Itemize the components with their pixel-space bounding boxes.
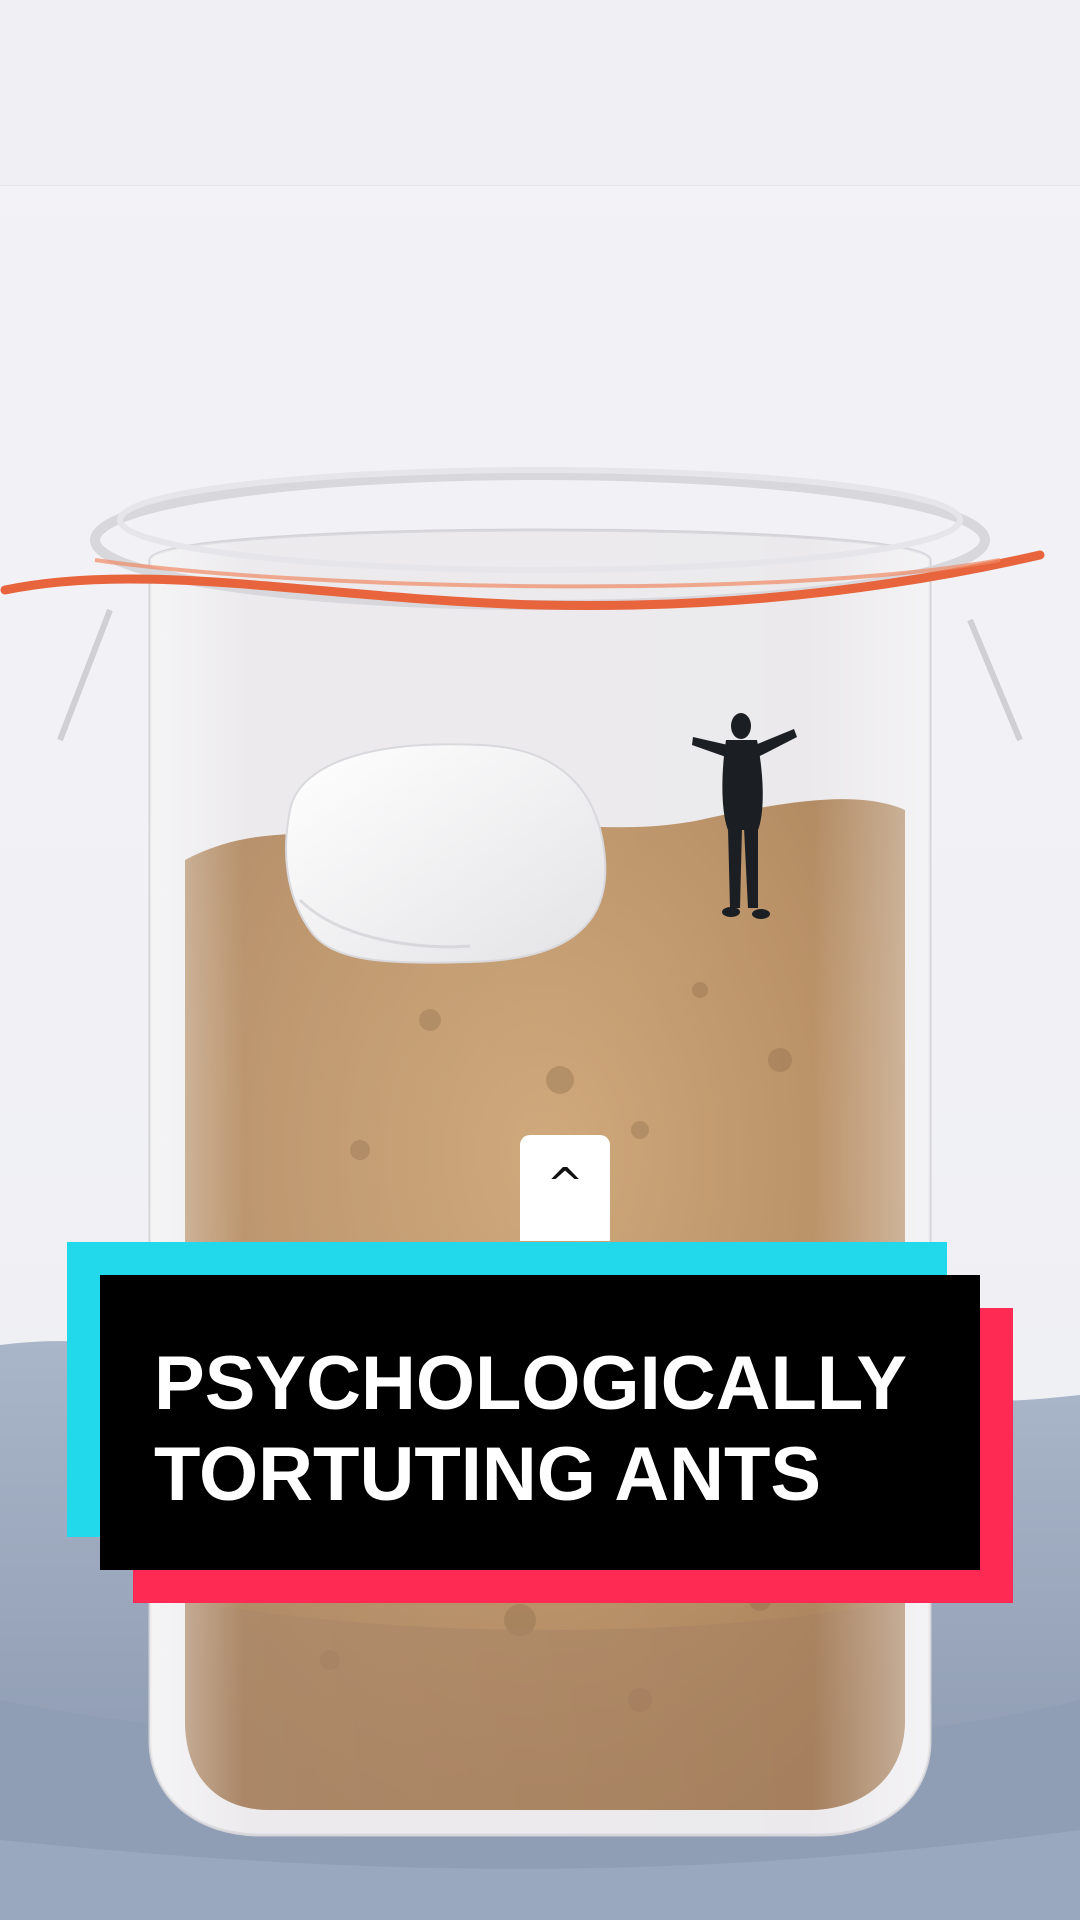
caption-banner: PSYCHOLOGICALLY TORTUTING ANTS	[100, 1275, 980, 1570]
swipe-up-tab[interactable]: ^	[520, 1135, 610, 1241]
caret-up-icon: ^	[546, 1159, 584, 1210]
video-frame[interactable]: ^ PSYCHOLOGICALLY TORTUTING ANTS	[0, 0, 1080, 1920]
marshmallow	[285, 743, 607, 964]
caption-title: PSYCHOLOGICALLY TORTUTING ANTS	[154, 1341, 908, 1517]
jar-photo	[0, 467, 1080, 1920]
